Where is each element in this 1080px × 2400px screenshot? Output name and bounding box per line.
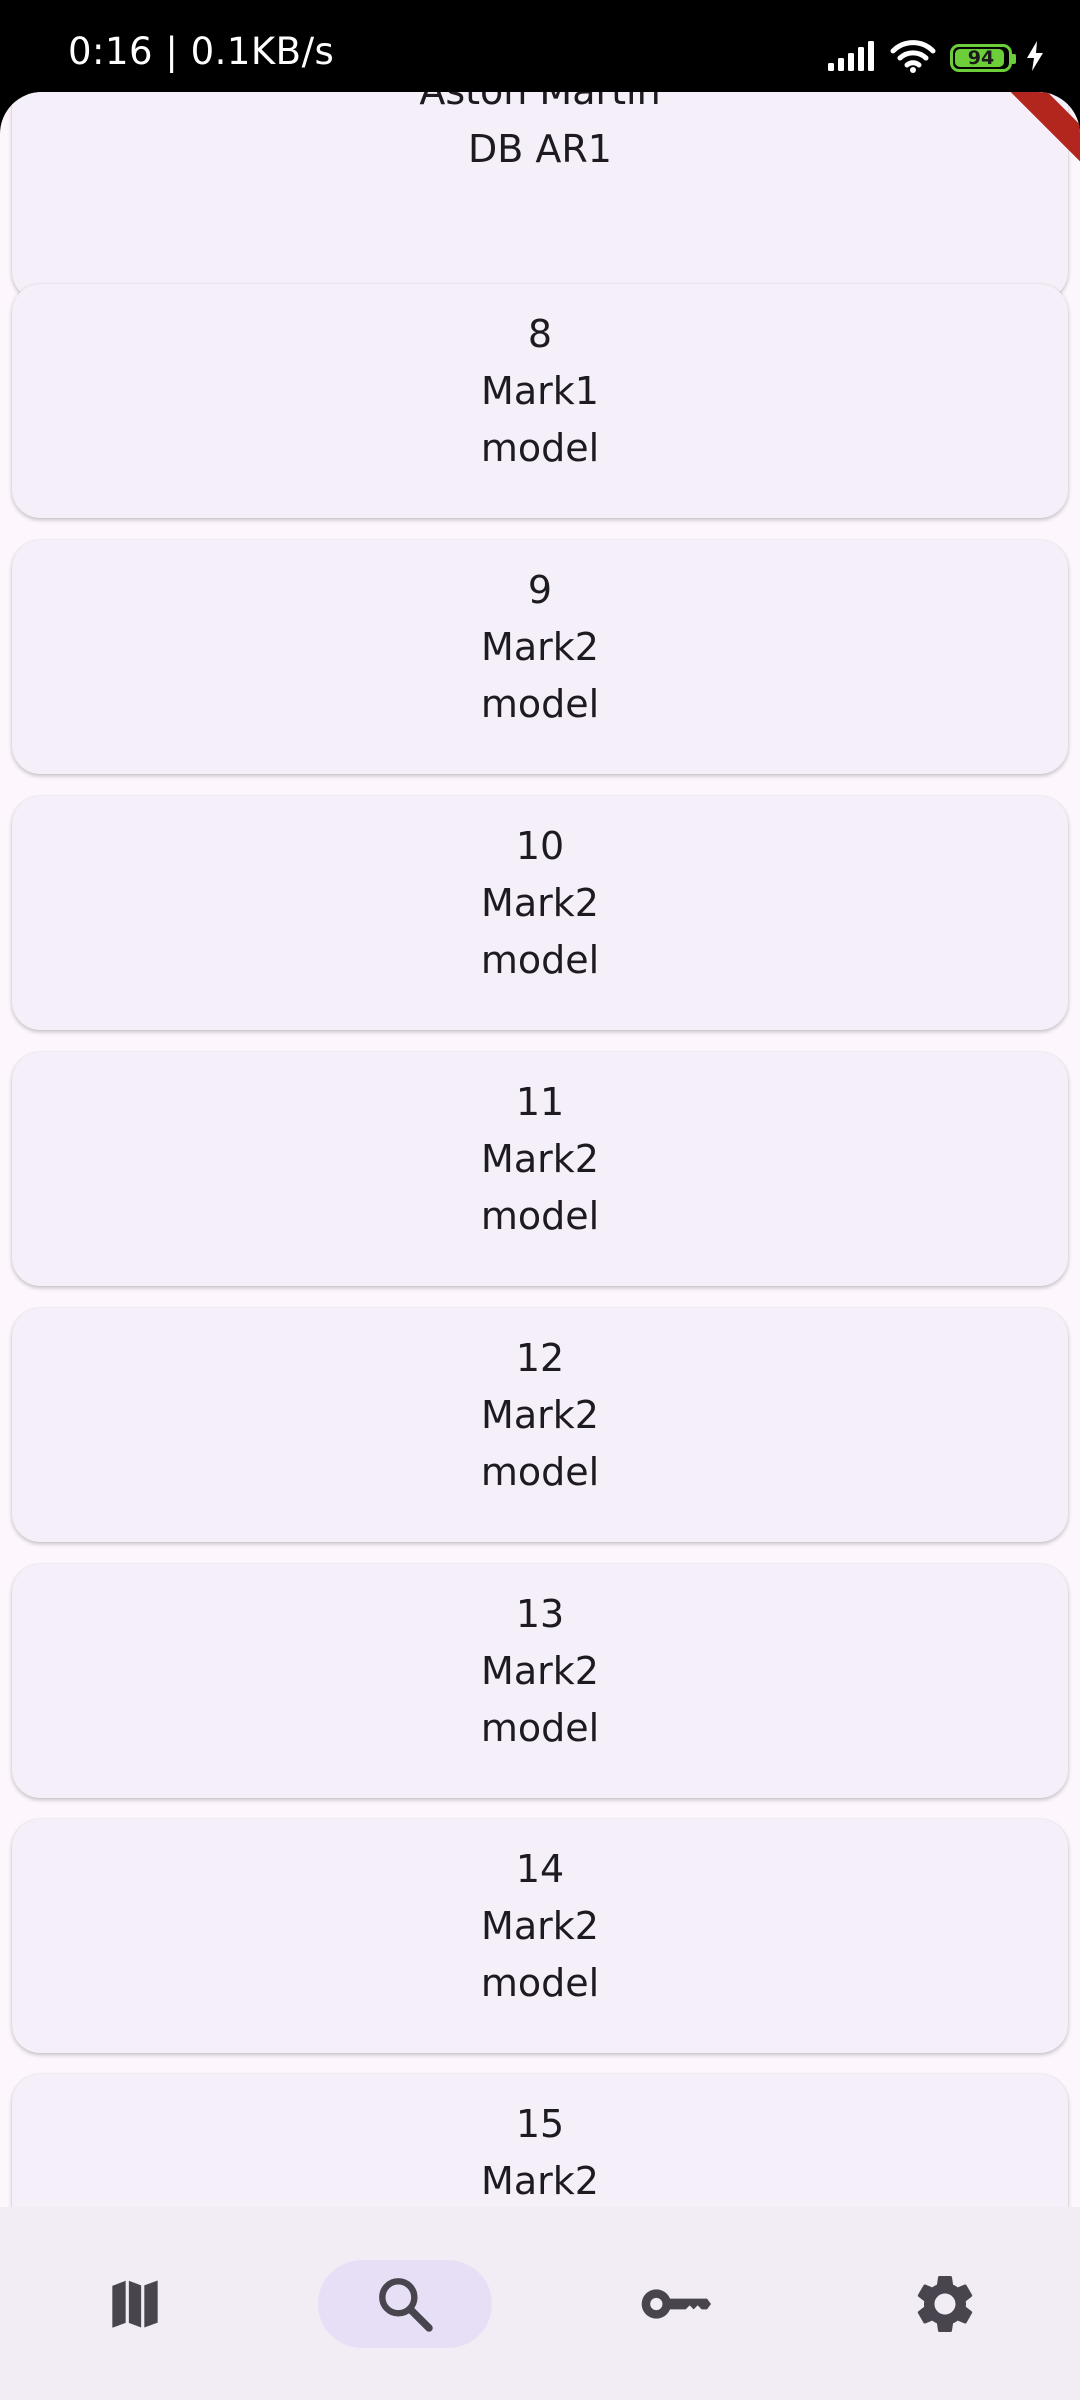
card-line: model <box>480 1450 600 1494</box>
card-line: Mark2 <box>481 881 599 925</box>
signal-icon <box>828 41 876 75</box>
nav-item-key-indicator <box>588 2260 762 2348</box>
list-item[interactable]: 8 Mark1 model <box>12 284 1068 518</box>
card-line: 15 <box>515 2102 565 2146</box>
list-item[interactable]: 12 Mark2 model <box>12 1308 1068 1542</box>
nav-item-search[interactable] <box>270 2207 540 2400</box>
card-line: 14 <box>515 1847 565 1891</box>
car-list[interactable]: Aston Martin DB AR1 8 Mark1 model 9 Mark… <box>0 92 1080 2207</box>
card-line: 12 <box>515 1336 565 1380</box>
status-time: 0:16 | 0.1KB/s <box>68 30 335 73</box>
card-line: Mark2 <box>481 1137 599 1181</box>
list-item[interactable]: 14 Mark2 model <box>12 1819 1068 2053</box>
card-line: model <box>480 1706 600 1750</box>
search-icon <box>373 2272 437 2336</box>
card-line: model <box>480 426 600 470</box>
charging-icon <box>1026 41 1044 75</box>
app-container: Aston Martin DB AR1 8 Mark1 model 9 Mark… <box>0 92 1080 2400</box>
card-line: 8 <box>527 312 553 356</box>
key-icon <box>637 2272 713 2336</box>
nav-item-search-indicator <box>318 2259 492 2348</box>
list-item[interactable]: 13 Mark2 model <box>12 1564 1068 1798</box>
card-line: Mark2 <box>481 1649 599 1693</box>
card-line: 11 <box>515 1080 565 1124</box>
card-line: Mark1 <box>481 369 599 413</box>
map-icon <box>103 2272 167 2336</box>
card-line: DB AR1 <box>468 127 612 171</box>
settings-icon <box>910 2269 980 2339</box>
nav-item-settings[interactable] <box>810 2207 1080 2400</box>
list-item[interactable]: 10 Mark2 model <box>12 796 1068 1030</box>
card-line: Mark2 <box>481 1904 599 1948</box>
wifi-icon <box>890 39 936 77</box>
list-item[interactable]: 9 Mark2 model <box>12 540 1068 774</box>
nav-item-key[interactable] <box>540 2207 810 2400</box>
card-line: 10 <box>515 824 565 868</box>
card-line: Mark2 <box>481 625 599 669</box>
list-item[interactable]: 11 Mark2 model <box>12 1052 1068 1286</box>
bottom-navigation-bar <box>0 2207 1080 2400</box>
phone-screen: 0:16 | 0.1KB/s 94 DB AR1 8 Mark1 model 9… <box>0 0 1080 2400</box>
card-line: model <box>480 1961 600 2005</box>
list-item[interactable]: 15 Mark2 model <box>12 2074 1068 2207</box>
battery-level: 94 <box>967 47 995 69</box>
list-item[interactable]: Aston Martin DB AR1 <box>12 92 1068 300</box>
card-line: model <box>480 1194 600 1238</box>
nav-item-settings-indicator <box>858 2260 1032 2348</box>
status-icons: 94 <box>828 36 1044 80</box>
status-bar: 0:16 | 0.1KB/s 94 <box>0 0 1080 92</box>
card-line: 9 <box>527 568 553 612</box>
card-line: 13 <box>515 1592 565 1636</box>
card-line: Mark2 <box>481 2159 599 2203</box>
card-line: model <box>480 938 600 982</box>
nav-item-map-indicator <box>48 2260 222 2348</box>
battery-icon: 94 <box>950 44 1016 72</box>
nav-item-map[interactable] <box>0 2207 270 2400</box>
card-line: Mark2 <box>481 1393 599 1437</box>
card-line: model <box>480 682 600 726</box>
card-line: Aston Martin <box>12 92 1068 120</box>
